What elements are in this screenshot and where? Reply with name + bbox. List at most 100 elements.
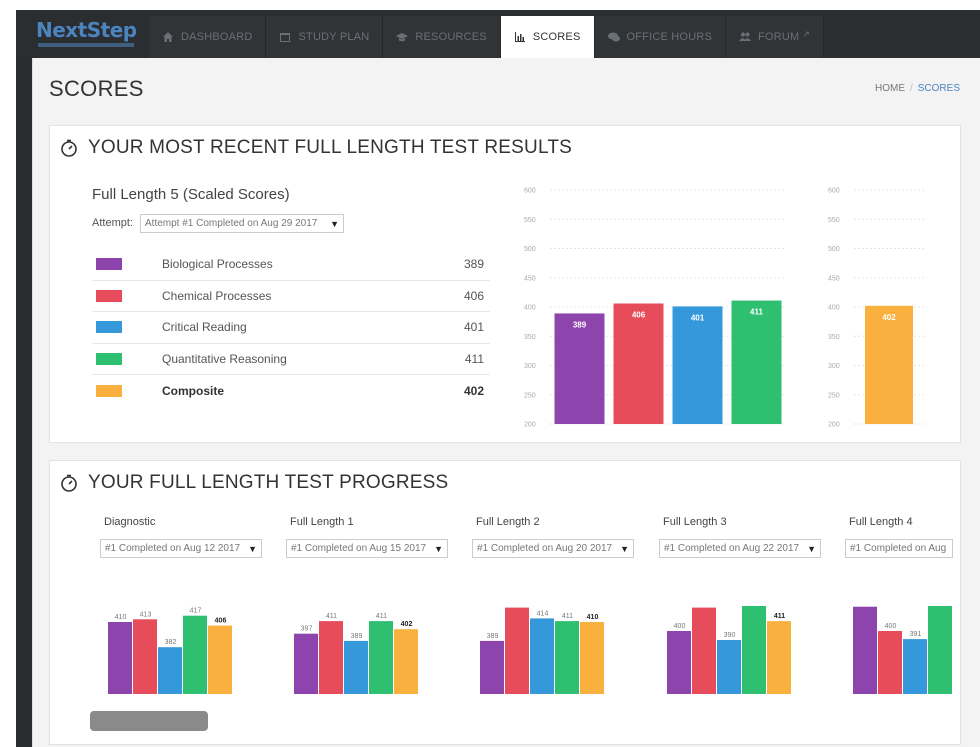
top-navbar: NextStep DASHBOARD STUDY PLAN RESOURCES SCO…	[16, 10, 980, 58]
mini-bar-label: 411	[376, 613, 387, 620]
mini-bar-label: 391	[910, 631, 922, 638]
score-row: Quantitative Reasoning 411	[92, 344, 490, 375]
progress-attempt-select[interactable]: #1 Completed on Aug 22 2017 ▼	[659, 539, 821, 558]
breadcrumb-home[interactable]: HOME	[875, 83, 905, 94]
mini-bar[interactable]	[717, 640, 741, 694]
score-row: Biological Processes 389	[92, 249, 490, 281]
mini-bar[interactable]	[505, 607, 529, 694]
progress-attempt-select[interactable]: #1 Completed on Aug 20 2017 ▼	[472, 539, 634, 558]
mini-bar-label: 397	[301, 626, 313, 633]
chat-icon	[607, 32, 620, 42]
mini-bar[interactable]	[108, 622, 132, 694]
mini-bar[interactable]	[928, 606, 952, 694]
mini-bar-label: 411	[774, 613, 785, 620]
progress-attempt-select[interactable]: #1 Completed on Aug	[845, 539, 953, 558]
progress-mini-chart: 400426390428411	[667, 606, 791, 694]
mini-bar[interactable]	[394, 629, 418, 694]
tab-label: RESOURCES	[415, 31, 487, 43]
mini-bar[interactable]	[133, 619, 157, 694]
mini-bar[interactable]	[369, 621, 393, 694]
y-tick-label: 550	[524, 217, 536, 224]
mini-bar-label: 414	[537, 610, 549, 617]
tab-forum[interactable]: FORUM ↗	[726, 16, 825, 58]
progress-mini-chart: 389 426 414 411 410	[480, 606, 604, 694]
tab-label: SCORES	[532, 31, 581, 43]
progress-attempt-value: #1 Completed on Aug 15 2017	[291, 543, 427, 554]
horizontal-scrollbar[interactable]	[90, 711, 208, 731]
legend-swatch	[96, 352, 122, 365]
progress-attempt-value: #1 Completed on Aug	[850, 543, 947, 554]
tab-study-plan[interactable]: STUDY PLAN	[266, 16, 384, 58]
tab-resources[interactable]: RESOURCES	[383, 16, 501, 58]
logo-tagline-bar	[38, 43, 134, 47]
mini-bar[interactable]	[344, 640, 368, 694]
mini-bar-label: 382	[165, 639, 177, 646]
bar[interactable]	[672, 306, 723, 424]
bar[interactable]	[731, 300, 782, 424]
mini-bar[interactable]	[903, 639, 927, 694]
progress-mini-chart: 427400391429	[853, 606, 952, 694]
y-tick-label: 500	[828, 246, 840, 253]
main-content: SCORES HOME / SCORES YOUR MOST RECENT FULL…	[32, 58, 980, 747]
legend-swatch	[96, 289, 122, 302]
external-link-icon: ↗	[802, 28, 811, 39]
progress-test-name: Full Length 4	[849, 516, 913, 528]
tab-scores[interactable]: SCORES	[500, 16, 595, 58]
attempt-select[interactable]: Attempt #1 Completed on Aug 29 2017 ▼	[140, 214, 344, 233]
stopwatch-icon	[61, 139, 77, 157]
mini-bar-label: 426	[512, 606, 524, 607]
bar[interactable]	[613, 303, 664, 424]
nextstep-logo[interactable]: NextStep	[36, 18, 146, 52]
bar[interactable]	[554, 313, 605, 424]
bar-value-label: 389	[573, 320, 587, 329]
mini-bar[interactable]	[667, 631, 691, 694]
progress-attempt-select[interactable]: #1 Completed on Aug 12 2017 ▼	[100, 539, 262, 558]
bar[interactable]	[865, 305, 913, 424]
breadcrumb-current: SCORES	[917, 83, 960, 94]
progress-test-column: Full Length 4 #1 Completed on Aug	[845, 516, 980, 558]
mini-bar[interactable]	[580, 622, 604, 694]
mini-bar-label: 410	[587, 614, 599, 621]
section-name: Critical Reading	[162, 320, 247, 335]
progress-attempt-value: #1 Completed on Aug 20 2017	[477, 543, 613, 554]
progress-title: YOUR FULL LENGTH TEST PROGRESS	[88, 472, 449, 493]
progress-mini-chart: 410 413 382 417 406	[108, 608, 232, 694]
section-name: Biological Processes	[162, 257, 273, 272]
bar-value-label: 406	[632, 310, 646, 319]
tab-dashboard[interactable]: DASHBOARD	[149, 16, 267, 58]
mini-bar[interactable]	[742, 606, 766, 694]
mini-bar[interactable]	[480, 640, 504, 694]
section-name: Composite	[162, 383, 225, 398]
mini-bar[interactable]	[158, 647, 182, 694]
caret-down-icon: ▼	[330, 218, 339, 229]
progress-test-column: Full Length 2 #1 Completed on Aug 20 2017…	[472, 516, 642, 558]
mini-bar[interactable]	[530, 618, 554, 694]
mini-bar[interactable]	[853, 606, 877, 694]
mini-bar[interactable]	[319, 621, 343, 694]
mini-bar[interactable]	[183, 615, 207, 694]
mini-bar-label: 402	[401, 621, 413, 628]
graduation-cap-icon	[396, 33, 409, 42]
mini-bar[interactable]	[767, 621, 791, 694]
y-tick-label: 450	[524, 275, 536, 282]
nav-tabs: DASHBOARD STUDY PLAN RESOURCES SCORES OFFICE…	[149, 16, 825, 58]
breadcrumb-separator: /	[909, 83, 913, 94]
page-title: SCORES	[49, 76, 144, 101]
progress-test-column: Full Length 1 #1 Completed on Aug 15 2017…	[286, 516, 456, 558]
recent-results-title: YOUR MOST RECENT FULL LENGTH TEST RESULT…	[88, 137, 572, 158]
mini-bar[interactable]	[208, 625, 232, 694]
tab-office-hours[interactable]: OFFICE HOURS	[594, 16, 727, 58]
y-tick-label: 200	[828, 422, 840, 429]
caret-down-icon: ▼	[434, 543, 443, 554]
y-tick-label: 400	[828, 305, 840, 312]
mini-bar[interactable]	[692, 607, 716, 694]
progress-test-name: Full Length 2	[476, 516, 540, 528]
section-score: 389	[463, 257, 484, 272]
y-tick-label: 600	[828, 188, 840, 195]
mini-bar[interactable]	[878, 631, 902, 694]
section-name: Chemical Processes	[162, 288, 272, 303]
caret-down-icon: ▼	[248, 543, 257, 554]
mini-bar[interactable]	[555, 621, 579, 694]
mini-bar[interactable]	[294, 633, 318, 694]
progress-attempt-select[interactable]: #1 Completed on Aug 15 2017 ▼	[286, 539, 448, 558]
